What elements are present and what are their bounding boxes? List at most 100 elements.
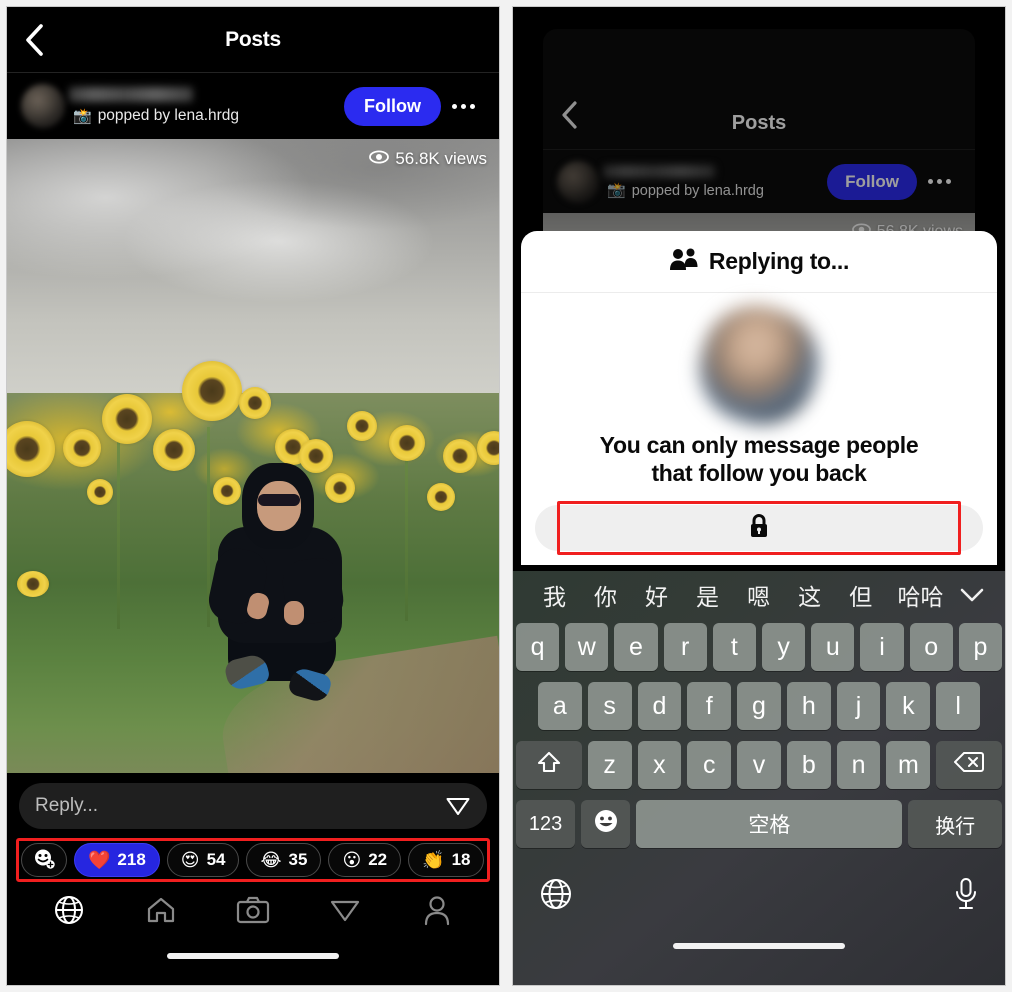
- send-icon[interactable]: [441, 793, 471, 819]
- right-nav-header: Posts: [543, 29, 975, 149]
- key-y[interactable]: y: [762, 623, 806, 671]
- suggestion-7[interactable]: 哈哈: [886, 578, 955, 612]
- key-q[interactable]: q: [515, 623, 560, 671]
- key-i[interactable]: i: [860, 623, 904, 671]
- suggestion-4[interactable]: 嗯: [733, 578, 784, 612]
- key-k[interactable]: k: [886, 682, 931, 730]
- right-phone-screen: Posts 📸 popped by lena.hrdg Follow Reply…: [512, 6, 1006, 986]
- key-d[interactable]: d: [637, 682, 682, 730]
- globe-key[interactable]: [539, 877, 573, 916]
- post-photo[interactable]: 56.8K views: [7, 139, 499, 773]
- key-x[interactable]: x: [637, 741, 682, 789]
- locked-message-input[interactable]: [535, 505, 983, 551]
- tab-camera[interactable]: [225, 890, 281, 934]
- keyboard-row-1: q w e r t y u i o p: [515, 623, 1003, 671]
- bottom-tab-bar: [7, 882, 499, 942]
- key-n[interactable]: n: [836, 741, 881, 789]
- sheet-title: Replying to...: [708, 248, 850, 274]
- key-f[interactable]: f: [687, 682, 732, 730]
- reply-zone: [7, 773, 499, 829]
- key-v[interactable]: v: [737, 741, 781, 789]
- left-panel: Posts 📸 popped by lena.hrdg Follow 56.8K…: [0, 0, 506, 992]
- globe-icon: [539, 877, 573, 916]
- lock-icon: [748, 513, 770, 544]
- key-r[interactable]: r: [663, 623, 707, 671]
- reaction-chip-clap[interactable]: 👏 18: [408, 843, 485, 877]
- suggestion-1[interactable]: 你: [580, 578, 631, 612]
- suggestion-3[interactable]: 是: [682, 578, 733, 612]
- key-u[interactable]: u: [811, 623, 855, 671]
- dictation-key[interactable]: [953, 877, 979, 916]
- author-username-redacted: [603, 164, 715, 178]
- key-z[interactable]: z: [587, 741, 632, 789]
- reaction-chip-surprised[interactable]: 😮 22: [328, 843, 402, 877]
- key-t[interactable]: t: [712, 623, 756, 671]
- heart-eyes-icon: 😍: [180, 850, 200, 870]
- backspace-icon: [953, 751, 985, 780]
- key-g[interactable]: g: [737, 682, 781, 730]
- back-button[interactable]: [7, 7, 63, 73]
- add-reaction-icon: [33, 848, 55, 873]
- key-e[interactable]: e: [614, 623, 658, 671]
- tab-globe[interactable]: [41, 890, 97, 934]
- left-author-row: 📸 popped by lena.hrdg Follow: [7, 73, 499, 139]
- right-panel: Posts 📸 popped by lena.hrdg Follow Reply…: [506, 0, 1012, 992]
- suggestion-0[interactable]: 我: [529, 578, 580, 612]
- keyboard-rows: q w e r t y u i o p a s d f g h j k l z …: [513, 619, 1005, 848]
- follow-button[interactable]: Follow: [344, 86, 441, 126]
- chevron-down-icon[interactable]: [955, 587, 989, 603]
- suggestion-2[interactable]: 好: [631, 578, 682, 612]
- suggestion-6[interactable]: 但: [835, 578, 886, 612]
- space-key[interactable]: 空格: [636, 800, 903, 848]
- chevron-left-icon: [24, 23, 46, 57]
- suggestion-5[interactable]: 这: [784, 578, 835, 612]
- emoji-key[interactable]: [581, 800, 631, 848]
- backspace-key[interactable]: [936, 741, 1002, 789]
- tab-profile[interactable]: [409, 890, 465, 934]
- sunflower: [427, 483, 455, 511]
- tab-messages[interactable]: [317, 890, 373, 934]
- key-a[interactable]: a: [537, 682, 582, 730]
- follow-button[interactable]: Follow: [827, 163, 917, 200]
- author-username-redacted: [69, 87, 193, 102]
- reply-input[interactable]: [35, 795, 441, 817]
- reaction-chip-heart-eyes[interactable]: 😍 54: [166, 843, 240, 877]
- popped-by-label: popped by lena.hrdg: [631, 182, 764, 199]
- avatar[interactable]: [21, 84, 65, 128]
- key-w[interactable]: w: [565, 623, 609, 671]
- numbers-key[interactable]: 123: [516, 800, 576, 848]
- sunflower: [153, 429, 195, 471]
- more-options-icon[interactable]: [917, 162, 961, 202]
- reaction-chip-joy[interactable]: 😂 35: [246, 843, 322, 877]
- key-b[interactable]: b: [786, 741, 831, 789]
- blurred-avatar: [685, 291, 833, 439]
- key-j[interactable]: j: [836, 682, 881, 730]
- popped-by-label: popped by lena.hrdg: [97, 107, 240, 124]
- tab-home[interactable]: [133, 890, 189, 934]
- key-c[interactable]: c: [687, 741, 732, 789]
- key-s[interactable]: s: [587, 682, 632, 730]
- key-h[interactable]: h: [786, 682, 831, 730]
- person-icon: [422, 894, 452, 931]
- reaction-count: 54: [206, 850, 226, 869]
- key-p[interactable]: p: [958, 623, 1003, 671]
- popped-by-line: 📸 popped by lena.hrdg: [607, 183, 827, 199]
- return-key[interactable]: 换行: [908, 800, 1002, 848]
- shift-key[interactable]: [516, 741, 582, 789]
- key-l[interactable]: l: [936, 682, 981, 730]
- left-nav-header: Posts: [7, 7, 499, 73]
- sunflower: [443, 439, 477, 473]
- reply-bar[interactable]: [19, 783, 487, 829]
- reaction-chip-heart[interactable]: ❤️ 218: [74, 843, 160, 877]
- add-reaction-button[interactable]: [21, 843, 67, 877]
- keyboard-row-3: z x c v b n m: [516, 741, 1002, 789]
- key-o[interactable]: o: [909, 623, 953, 671]
- sheet-message-line2: that follow you back: [651, 460, 867, 487]
- avatar[interactable]: [557, 160, 599, 203]
- shift-icon: [536, 750, 562, 781]
- key-m[interactable]: m: [886, 741, 931, 789]
- ime-keyboard: 我 你 好 是 嗯 这 但 哈哈 q w e r t y u i o p a s…: [513, 571, 1005, 985]
- sunflower: [17, 571, 49, 597]
- more-options-icon[interactable]: [441, 86, 485, 126]
- dual-screenshot-stage: Posts 📸 popped by lena.hrdg Follow 56.8K…: [0, 0, 1012, 992]
